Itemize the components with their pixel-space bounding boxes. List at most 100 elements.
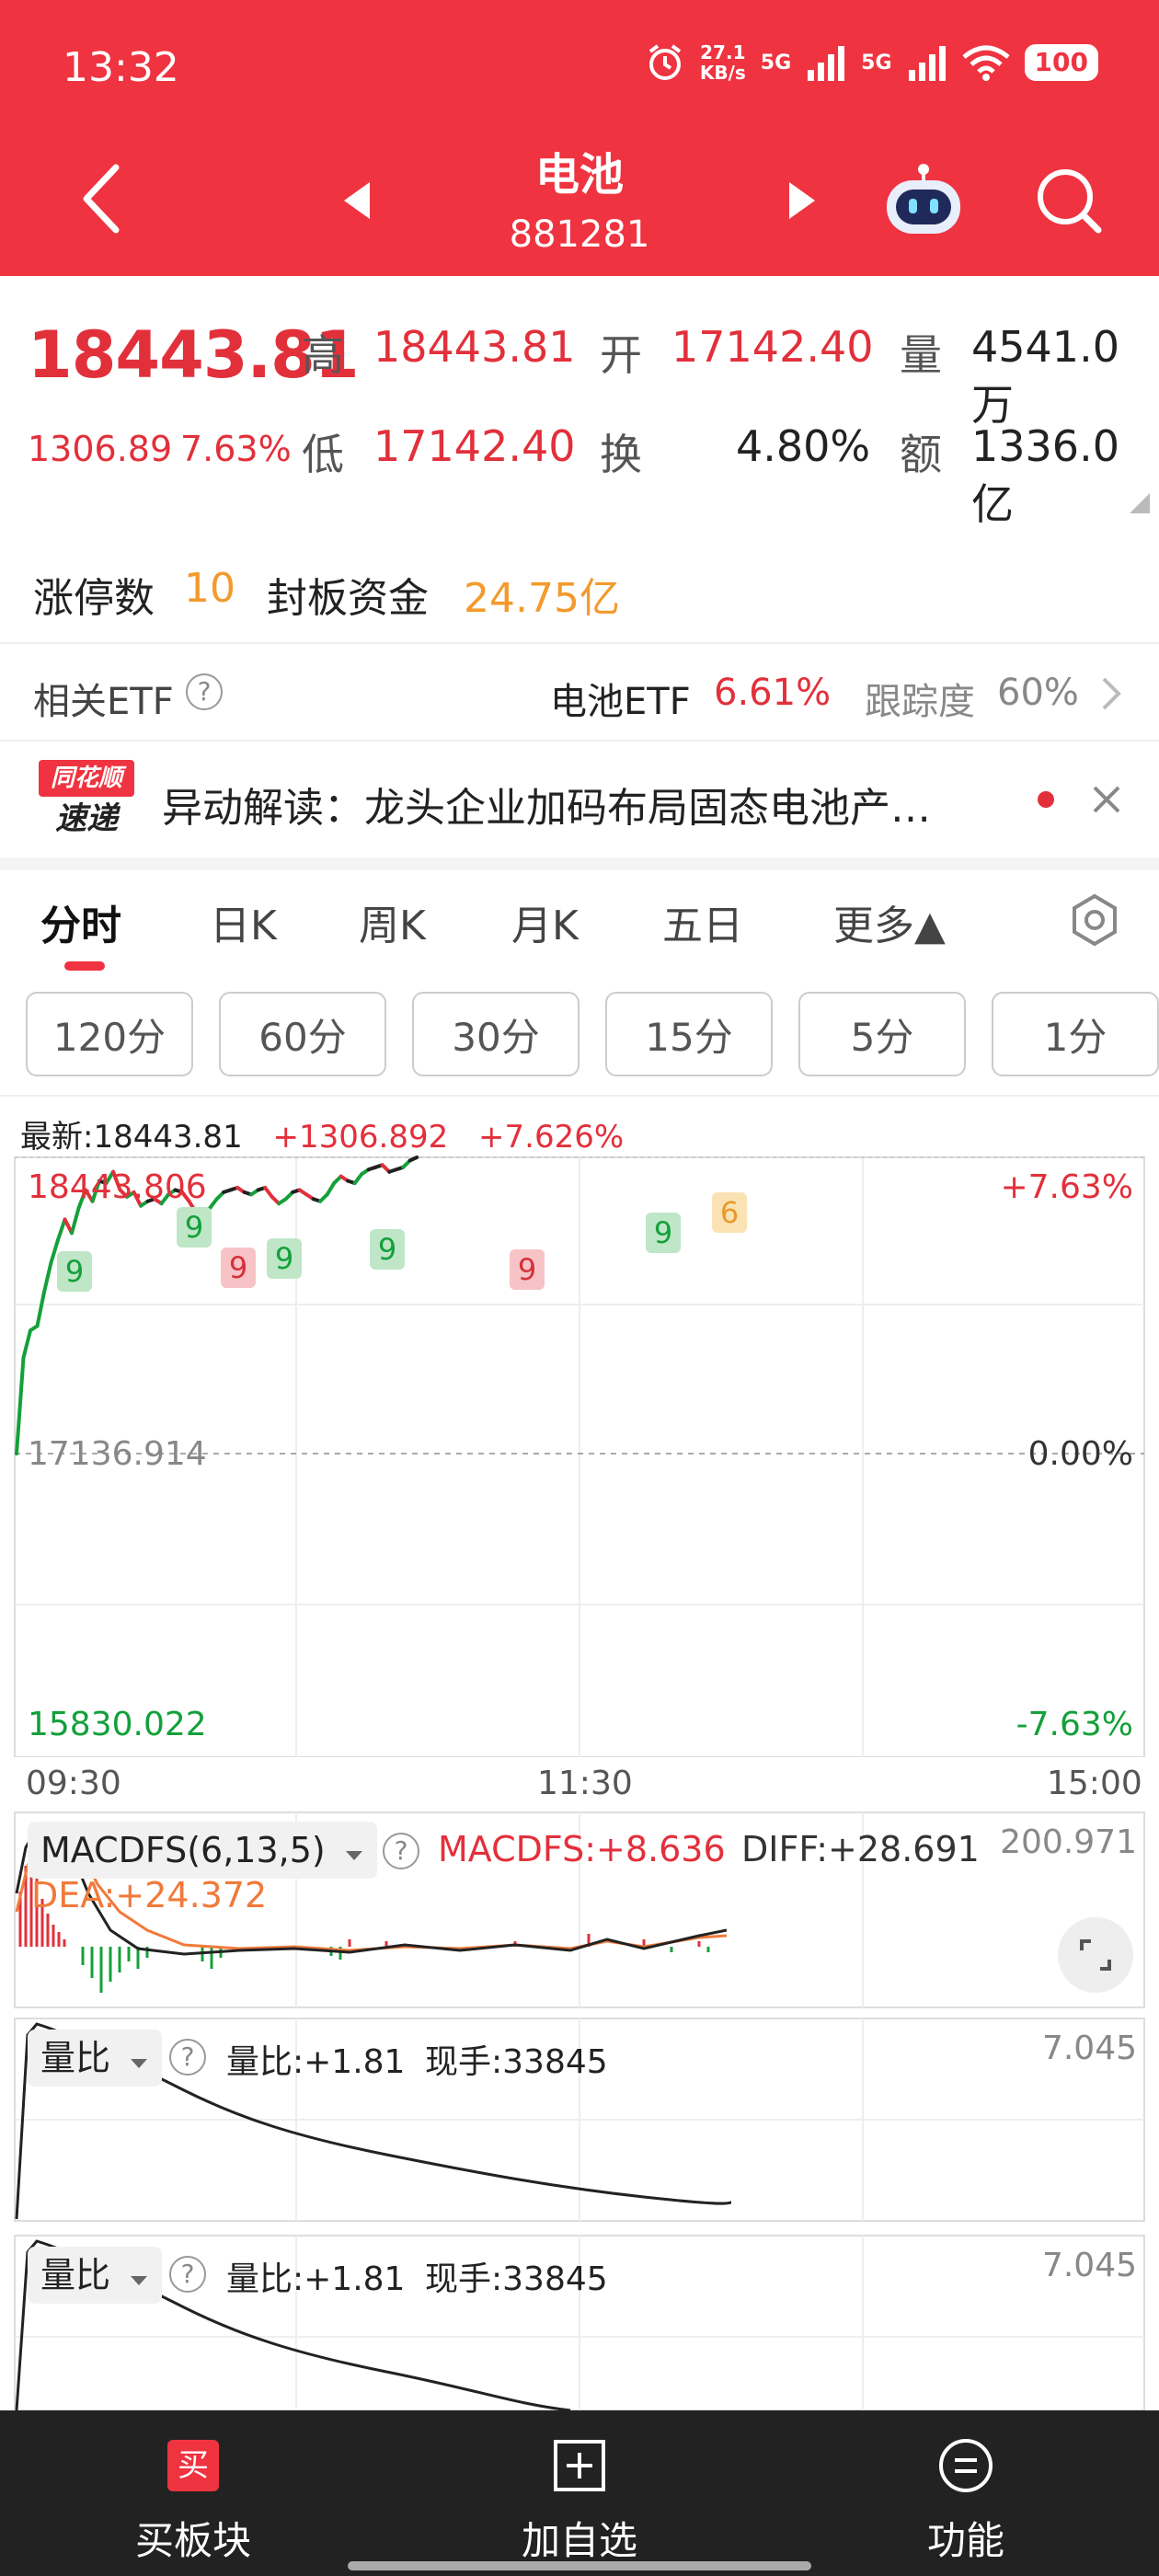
tab-monthly-k[interactable]: 月K xyxy=(511,892,579,951)
price-line-segment xyxy=(325,1181,337,1197)
y-tick-right-base: 0.00% xyxy=(1027,1435,1133,1473)
track-value: 60% xyxy=(997,672,1079,714)
dropdown-arrow-icon xyxy=(345,1851,362,1860)
section-gap xyxy=(0,857,1159,870)
track-label: 跟踪度 xyxy=(865,681,975,723)
volume-ratio-help-icon-2[interactable]: ? xyxy=(169,2256,206,2293)
macd-help-icon[interactable]: ? xyxy=(383,1833,419,1869)
status-icons: 27.1 KB/s 5G 5G 100 xyxy=(645,42,1098,83)
price-line-segment xyxy=(15,1355,26,1456)
tab-weekly-k[interactable]: 周K xyxy=(359,892,426,951)
dropdown-arrow-icon xyxy=(131,2276,148,2285)
buy-sector-icon: 买 xyxy=(166,2438,221,2493)
fullscreen-icon xyxy=(1080,1939,1111,1971)
add-watchlist-icon xyxy=(554,2440,605,2491)
chart-badge[interactable]: 9 xyxy=(370,1229,405,1270)
next-stock-icon[interactable] xyxy=(786,180,819,221)
price-line-segment xyxy=(21,1328,33,1360)
news-logo: 同花顺 速递 xyxy=(39,760,134,839)
macd-max: 200.971 xyxy=(1000,1823,1137,1861)
chart-badge[interactable]: 9 xyxy=(221,1248,256,1288)
y-tick-right-high: +7.63% xyxy=(1000,1168,1133,1206)
chevron-right-icon[interactable] xyxy=(1100,675,1124,712)
volume-ratio-max-1: 7.045 xyxy=(1041,2030,1137,2067)
volume-ratio-value-2: 量比:+1.81 xyxy=(226,2260,406,2298)
tab-more[interactable]: 更多▲ xyxy=(833,892,946,951)
nav-add-watchlist[interactable]: 加自选 xyxy=(442,2410,717,2576)
volume-value: 4541.0万 xyxy=(971,322,1119,430)
page-title: 电池 xyxy=(534,149,624,201)
chart-badge[interactable]: 9 xyxy=(510,1249,545,1290)
seal-fund-label: 封板资金 xyxy=(267,575,429,622)
signal-icon xyxy=(808,46,845,81)
search-icon[interactable] xyxy=(1034,166,1104,236)
fullscreen-button[interactable] xyxy=(1058,1917,1133,1993)
home-indicator xyxy=(348,2561,811,2570)
open-label: 开 xyxy=(600,330,642,380)
chart-badge[interactable]: 9 xyxy=(177,1207,212,1248)
high-value: 18443.81 xyxy=(373,322,576,372)
etf-name[interactable]: 电池ETF xyxy=(550,672,691,725)
settings-hexagon-icon[interactable] xyxy=(1067,892,1122,948)
y-tick-low: 15830.022 xyxy=(28,1706,207,1743)
volume-ratio-help-icon[interactable]: ? xyxy=(169,2039,206,2076)
price-line-segment xyxy=(35,1290,47,1328)
divider xyxy=(0,740,1159,742)
tab-five-day[interactable]: 五日 xyxy=(662,892,743,951)
dropdown-arrow-icon xyxy=(131,2059,148,2068)
amount-label: 额 xyxy=(900,430,942,479)
macd-indicator-selector[interactable]: MACDFS(6,13,5) xyxy=(28,1822,377,1879)
status-time: 13:32 xyxy=(63,44,179,91)
nav-functions[interactable]: 功能 xyxy=(828,2410,1104,2576)
macdfs-value: MACDFS:+8.636 xyxy=(438,1829,726,1869)
stock-code: 881281 xyxy=(509,213,650,256)
x-tick-noon: 11:30 xyxy=(537,1765,633,1802)
price-change: 1306.89 xyxy=(28,429,173,469)
volume-label: 量 xyxy=(900,330,942,380)
divider xyxy=(0,642,1159,644)
bottom-nav: 买 买板块 加自选 功能 xyxy=(0,2410,1159,2576)
volume-ratio-selector-2[interactable]: 量比 xyxy=(28,2247,163,2304)
minutes-120-button[interactable]: 120分 xyxy=(26,992,193,1076)
menu-circle-icon xyxy=(939,2439,993,2492)
minutes-30-button[interactable]: 30分 xyxy=(412,992,580,1076)
battery-indicator: 100 xyxy=(1024,44,1098,81)
news-text[interactable]: 异动解读：龙头企业加码布局固态电池产… xyxy=(162,775,931,834)
y-tick-right-low: -7.63% xyxy=(1016,1706,1133,1743)
chart-badge[interactable]: 6 xyxy=(712,1192,747,1233)
high-label: 高 xyxy=(302,330,344,380)
price-line-segment xyxy=(70,1206,81,1236)
volume-ratio-selector-1[interactable]: 量比 xyxy=(28,2030,163,2087)
minutes-60-button[interactable]: 60分 xyxy=(219,992,386,1076)
tab-intraday[interactable]: 分时 xyxy=(40,892,121,951)
tab-daily-k[interactable]: 日K xyxy=(210,892,277,951)
minutes-1-button[interactable]: 1分 xyxy=(992,992,1159,1076)
signal-icon-2 xyxy=(908,46,946,81)
minutes-5-button[interactable]: 5分 xyxy=(798,992,966,1076)
divider xyxy=(0,1095,1159,1097)
chart-badge[interactable]: 9 xyxy=(57,1251,92,1292)
y-tick-high: 18443.806 xyxy=(28,1168,207,1206)
price-line-segment xyxy=(56,1217,67,1242)
net-speed: 27.1 KB/s xyxy=(699,41,746,84)
chart-badge[interactable]: 9 xyxy=(267,1238,302,1279)
nav-buy-sector[interactable]: 买 买板块 xyxy=(55,2410,331,2576)
etf-label: 相关ETF xyxy=(33,681,174,723)
current-hand-1: 现手:33845 xyxy=(425,2043,608,2081)
low-value: 17142.40 xyxy=(373,421,576,471)
expand-corner-icon[interactable] xyxy=(1130,493,1150,513)
y-tick-base: 17136.914 xyxy=(28,1435,207,1473)
x-tick-open: 09:30 xyxy=(26,1765,121,1802)
signal-5g-label-2: 5G xyxy=(861,51,892,75)
minutes-15-button[interactable]: 15分 xyxy=(605,992,773,1076)
price-line-segment xyxy=(42,1260,53,1294)
close-icon[interactable] xyxy=(1091,784,1122,815)
limit-count: 10 xyxy=(184,565,235,612)
help-icon[interactable]: ? xyxy=(186,673,223,710)
diff-value: DIFF:+28.691 xyxy=(741,1829,980,1869)
tab-active-indicator xyxy=(64,961,105,971)
amount-value: 1336.0亿 xyxy=(971,421,1119,529)
chart-badge[interactable]: 9 xyxy=(646,1213,681,1253)
robot-assistant-icon[interactable] xyxy=(883,162,964,236)
limit-count-label: 涨停数 xyxy=(33,575,155,622)
